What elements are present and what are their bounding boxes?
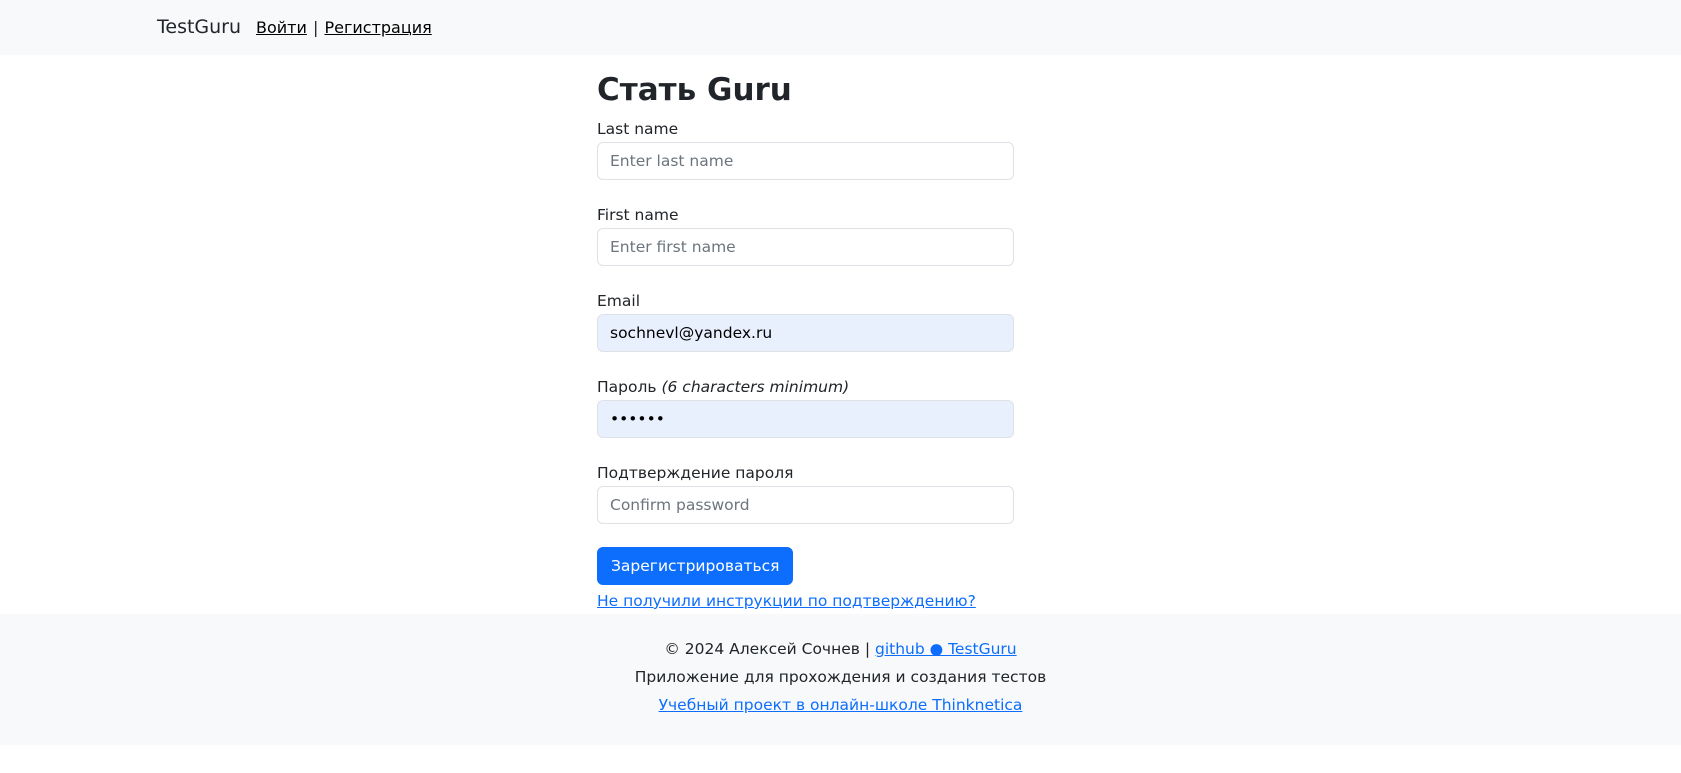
resend-confirmation-link[interactable]: Не получили инструкции по подтверждению? [597,591,976,611]
password-confirmation-group: Подтверждение пароля [597,463,1014,524]
password-group: Пароль (6 characters minimum) [597,377,1014,438]
github-link[interactable]: github ● TestGuru [875,640,1017,658]
email-input[interactable] [597,314,1014,352]
password-confirmation-label: Подтверждение пароля [597,464,794,482]
school-link[interactable]: Учебный проект в онлайн-школе Thinknetic… [659,696,1023,714]
password-confirmation-input[interactable] [597,486,1014,524]
password-hint: (6 characters minimum) [661,378,850,396]
first-name-input[interactable] [597,228,1014,266]
brand-logo[interactable]: TestGuru [157,14,241,40]
register-link[interactable]: Регистрация [324,18,431,37]
nav-separator: | [312,18,319,37]
first-name-label: First name [597,206,679,224]
email-label: Email [597,292,641,310]
footer-school-line: Учебный проект в онлайн-школе Thinknetic… [0,695,1681,715]
footer: © 2024 Алексей Сочнев | github ● TestGur… [0,614,1681,745]
last-name-label: Last name [597,120,679,138]
footer-copyright-line: © 2024 Алексей Сочнев | github ● TestGur… [0,639,1681,659]
top-navbar: TestGuru Войти | Регистрация [0,0,1681,55]
register-submit-button[interactable]: Зарегистрироваться [597,547,794,585]
password-label-text: Пароль [597,378,657,396]
footer-tagline: Приложение для прохождения и создания те… [634,668,1047,686]
last-name-group: Last name [597,119,1014,180]
password-input[interactable] [597,400,1014,438]
first-name-group: First name [597,205,1014,266]
last-name-input[interactable] [597,142,1014,180]
copyright-text: © 2024 Алексей Сочнев | [664,640,871,658]
login-link[interactable]: Войти [256,18,307,37]
page-title: Стать Guru [597,72,792,108]
password-label: Пароль (6 characters minimum) [597,377,1014,397]
email-group: Email [597,291,1014,352]
nav-links: Войти | Регистрация [256,17,432,39]
